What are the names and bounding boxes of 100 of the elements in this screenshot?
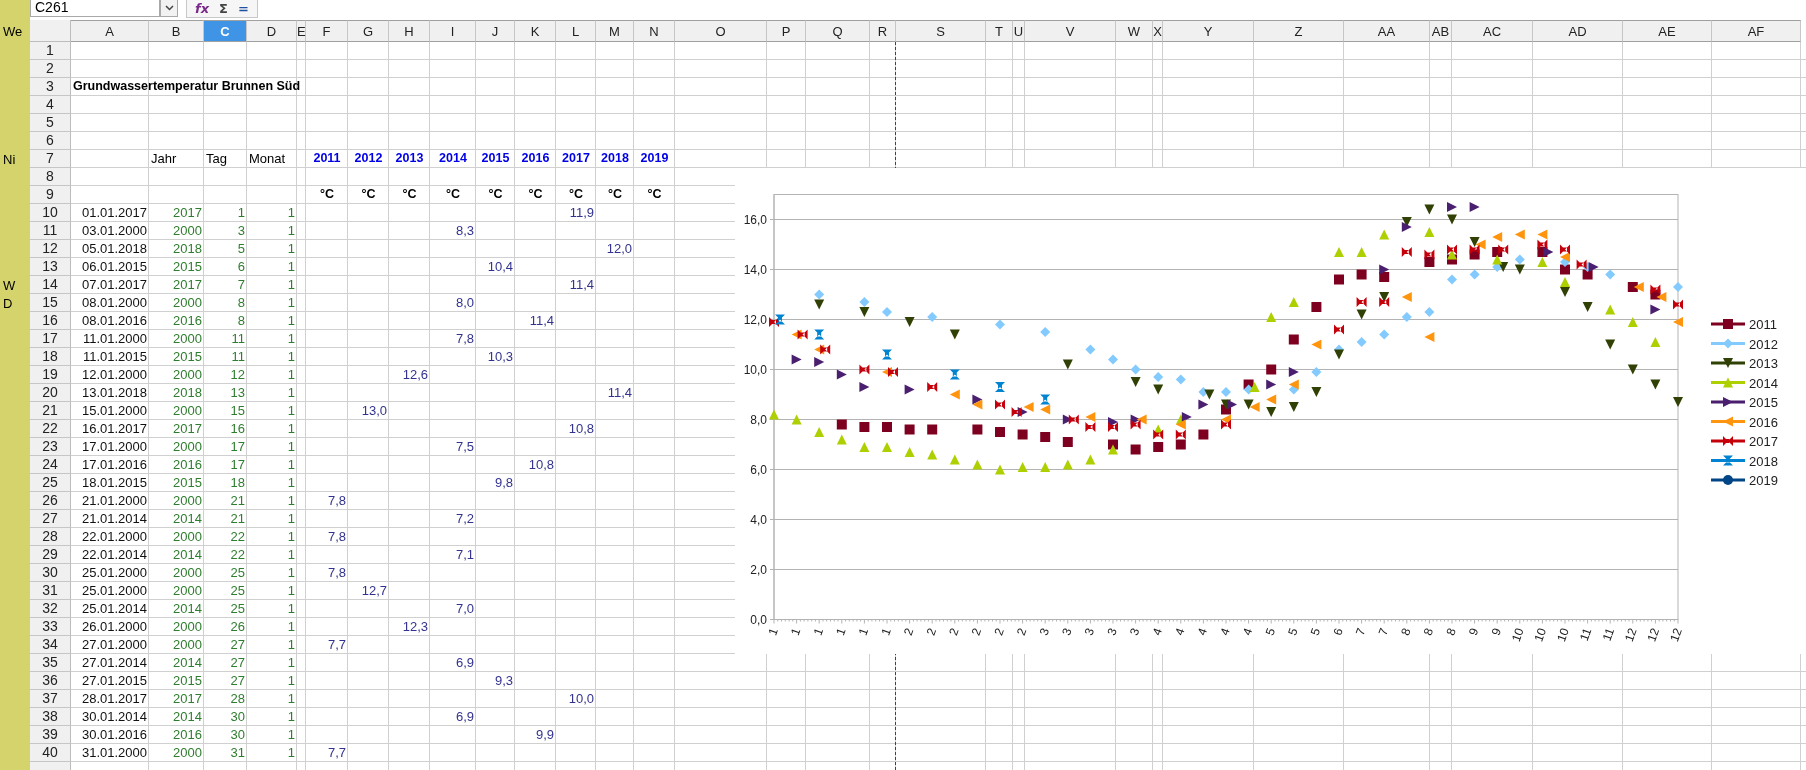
table-cell-text: 7,7: [326, 636, 347, 654]
table-cell-text: 22.01.2000: [80, 528, 148, 546]
table-cell-text: 2000: [172, 366, 203, 384]
axis-label: 3: [1036, 626, 1052, 638]
table-cell-text: 13: [229, 384, 246, 402]
table-cell-text: 27.01.2014: [80, 654, 148, 672]
table-cell-text: 7,8: [454, 330, 475, 348]
axis-label: 8: [1420, 626, 1437, 638]
axis-label: 7: [1353, 626, 1369, 638]
axis-label: 4: [1194, 626, 1211, 638]
axis-label: 9: [1488, 626, 1504, 638]
table-cell-text: 21.01.2000: [80, 492, 148, 510]
table-cell-text: 25.01.2000: [80, 564, 148, 582]
table-cell-text: Tag: [205, 150, 228, 168]
axis-label: 2: [991, 626, 1007, 638]
table-cell-text: 1: [286, 456, 296, 474]
table-cell-text: 25: [229, 564, 246, 582]
table-cell-text: 25: [229, 582, 246, 600]
table-cell-text: 1: [286, 582, 296, 600]
axis-label: 4: [1240, 626, 1256, 638]
table-cell-text: 2015: [172, 348, 203, 366]
table-cell-text: 30: [229, 726, 246, 744]
axis-label: 1: [878, 626, 894, 638]
axis-label: 4: [1217, 626, 1233, 638]
table-cell-text: 18: [229, 474, 246, 492]
axis-label: 3: [1127, 626, 1143, 638]
table-cell-text: 2015: [172, 474, 203, 492]
table-cell-text: 12,3: [401, 618, 429, 636]
table-cell-text: 2017: [172, 204, 203, 222]
table-cell-text: 1: [286, 528, 296, 546]
axis-label: 4: [1172, 626, 1188, 638]
table-cell-text: 31: [229, 744, 246, 762]
table-cell-text: 30.01.2014: [80, 708, 148, 726]
table-cell-text: 2000: [172, 528, 203, 546]
table-cell-text: 7,8: [326, 564, 347, 582]
table-cell-text: 2016: [172, 726, 203, 744]
table-cell-text: 2000: [172, 402, 203, 420]
axis-label: 4,0: [750, 512, 767, 527]
table-cell-text: 1: [286, 258, 296, 276]
table-cell-text: 17.01.2016: [80, 456, 148, 474]
table-cell-text: 2018: [172, 240, 203, 258]
table-cell-text: Monat: [248, 150, 287, 168]
table-cell-text: °C: [607, 186, 623, 203]
table-cell-text: 2017: [172, 276, 203, 294]
table-cell-text: 5: [236, 240, 246, 258]
table-cell-text: 1: [236, 204, 246, 222]
table-cell-text: 11,9: [568, 204, 595, 222]
table-cell-text: 2017: [172, 690, 203, 708]
table-cell-text: 2014: [172, 510, 203, 528]
table-cell-text: 17.01.2000: [80, 438, 148, 456]
table-cell-text: 8: [236, 294, 246, 312]
table-cell-text: 21: [229, 510, 246, 528]
legend-label: 2013: [1749, 356, 1778, 371]
table-cell-text: 25.01.2014: [80, 600, 148, 618]
table-cell-text: 13.01.2018: [80, 384, 148, 402]
table-cell-text: °C: [445, 186, 461, 203]
table-cell-text: 1: [286, 726, 296, 744]
table-cell-text: 6,9: [454, 708, 475, 726]
side-label: We: [2, 23, 23, 39]
axis-label: 10: [1531, 626, 1550, 644]
table-cell-text: 2000: [172, 492, 203, 510]
axis-label: 0,0: [750, 612, 767, 627]
axis-label: 10: [1554, 626, 1572, 644]
table-cell-text: °C: [568, 186, 584, 203]
table-cell-text: 11,4: [606, 384, 633, 402]
table-cell-text: 2011: [312, 150, 342, 167]
axis-label: 6: [1330, 626, 1346, 638]
legend-label: 2018: [1749, 453, 1778, 469]
table-cell-text: 2014: [172, 708, 203, 726]
axis-label: 2: [946, 626, 962, 638]
table-cell-text: 2013: [394, 150, 425, 167]
axis-label: 1: [833, 626, 849, 638]
axis-label: 2,0: [750, 562, 767, 577]
table-cell-text: 10,4: [486, 258, 514, 276]
table-cell-text: 7,7: [326, 744, 347, 762]
axis-label: 14,0: [743, 262, 767, 277]
table-cell-text: 1: [286, 744, 296, 762]
axis-label: 1: [765, 626, 781, 638]
table-cell-text: 2017: [172, 420, 203, 438]
table-cell-text: 2012: [353, 150, 384, 167]
axis-label: 8: [1398, 626, 1414, 638]
table-cell-text: 10,3: [486, 348, 514, 366]
table-cell-text: 7,5: [454, 438, 475, 456]
table-cell-text: 2000: [172, 582, 203, 600]
table-cell-text: 1: [286, 492, 296, 510]
axis-label: 16,0: [743, 212, 767, 227]
table-cell-text: 11: [230, 330, 246, 348]
table-cell-text: 9,3: [493, 672, 514, 690]
table-cell-text: 27: [229, 636, 246, 654]
table-cell-text: 1: [286, 312, 296, 330]
table-cell-text: 1: [286, 366, 296, 384]
table-cell-text: °C: [646, 186, 663, 203]
table-cell-text: 1: [286, 276, 296, 294]
table-cell-text: 8,0: [454, 294, 475, 312]
table-cell-text: 7: [236, 276, 246, 294]
table-cell-text: 25: [229, 600, 246, 618]
table-cell-text: 1: [286, 600, 296, 618]
table-cell-text: 7,8: [326, 528, 347, 546]
table-cell-text: 1: [286, 708, 296, 726]
table-cell-text: 27: [229, 654, 246, 672]
